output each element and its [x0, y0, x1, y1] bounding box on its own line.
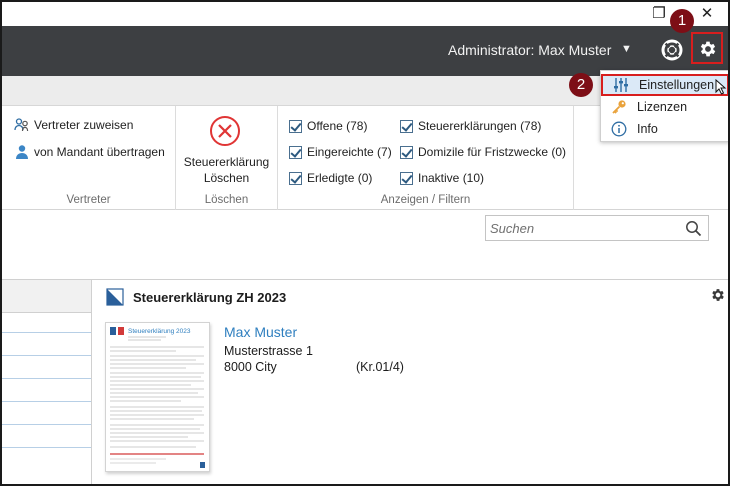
close-window-button[interactable]: ✕: [696, 4, 718, 24]
tax-return-list-pane: [2, 280, 92, 484]
document-thumbnail[interactable]: Steuererklärung 2023: [105, 322, 210, 472]
filter-offene-checkbox[interactable]: Offene (78): [289, 119, 367, 133]
callout-badge-1: 1: [670, 9, 694, 33]
app-header: Administrator: Max Muster ▼: [2, 26, 728, 76]
tax-form-preview-image: Steuererklärung 2023: [110, 327, 205, 468]
checkbox[interactable]: [289, 119, 302, 133]
filter-label: Domizile für Fristzwecke (0): [418, 145, 567, 159]
client-city: 8000 City: [224, 360, 277, 374]
checkbox[interactable]: [400, 119, 413, 133]
list-row-divider: [2, 447, 91, 448]
users-icon: [14, 118, 29, 132]
filter-inaktive-checkbox[interactable]: Inaktive (10): [400, 171, 484, 185]
menu-item-label: Lizenzen: [637, 100, 688, 114]
menu-item-einstellungen[interactable]: Einstellungen: [601, 74, 728, 96]
settings-dropdown-menu: Einstellungen Lizenzen Info: [600, 70, 728, 142]
search-box: [485, 215, 709, 241]
callout-badge-2: 2: [569, 73, 593, 97]
filter-label: Eingereichte (7): [307, 145, 392, 159]
transfer-from-client-label: von Mandant übertragen: [34, 145, 165, 159]
ribbon-group-label: Löschen: [204, 194, 249, 206]
list-row-divider: [2, 332, 91, 333]
restore-window-button[interactable]: ❐: [648, 4, 670, 24]
filter-steuererklaerungen-checkbox[interactable]: Steuererklärungen (78): [400, 119, 541, 133]
menu-item-label: Info: [637, 122, 658, 136]
chevron-down-icon[interactable]: ▼: [621, 43, 632, 55]
filter-label: Steuererklärungen (78): [418, 119, 542, 133]
window-titlebar: ❐ ✕: [2, 2, 728, 26]
gear-icon[interactable]: [710, 287, 726, 303]
ribbon-group-filter: Offene (78) Eingereichte (7) Erledigte (…: [278, 106, 574, 210]
info-icon: [609, 121, 629, 137]
detail-title: Steuererklärung ZH 2023: [133, 290, 287, 305]
user-icon: [16, 145, 28, 159]
ribbon-group-label: Vertreter: [66, 194, 111, 206]
filter-erledigte-checkbox[interactable]: Erledigte (0): [289, 171, 372, 185]
ribbon-group-loeschen: Steuererklärung Löschen Löschen: [176, 106, 278, 210]
settings-gear-button[interactable]: [691, 32, 723, 64]
assign-representative-label: Vertreter zuweisen: [34, 118, 134, 132]
search-input[interactable]: [490, 219, 680, 237]
app-window: ❐ ✕ Administrator: Max Muster ▼ 1 Vertre…: [0, 0, 730, 486]
delete-button-label-line1: Steuererklärung: [183, 155, 270, 169]
delete-x-circle-icon: [210, 116, 240, 146]
checkbox[interactable]: [289, 171, 302, 185]
list-row-divider: [2, 355, 91, 356]
filter-label: Inaktive (10): [418, 171, 485, 185]
search-icon[interactable]: [685, 220, 702, 237]
delete-button-label-line2: Löschen: [203, 171, 250, 185]
menu-item-lizenzen[interactable]: Lizenzen: [601, 96, 728, 118]
checkbox[interactable]: [289, 145, 302, 159]
list-row-divider: [2, 401, 91, 402]
menu-item-label: Einstellungen: [639, 78, 715, 92]
checkbox[interactable]: [400, 145, 413, 159]
filter-label: Erledigte (0): [307, 171, 373, 185]
transfer-from-client-button[interactable]: von Mandant übertragen: [14, 144, 165, 160]
menu-item-info[interactable]: Info: [601, 118, 728, 140]
client-number: (Kr.01/4): [356, 360, 404, 374]
assign-representative-button[interactable]: Vertreter zuweisen: [14, 117, 133, 133]
gear-icon: [700, 41, 716, 57]
user-menu-label[interactable]: Administrator: Max Muster: [448, 42, 611, 58]
canton-zh-flag-icon: [106, 288, 124, 306]
client-name-link[interactable]: Max Muster: [224, 324, 297, 340]
mouse-cursor-icon: [715, 79, 727, 95]
checkbox[interactable]: [400, 171, 413, 185]
list-header: [2, 280, 91, 313]
sliders-icon: [611, 77, 631, 93]
list-row-divider: [2, 424, 91, 425]
delete-tax-return-button[interactable]: Steuererklärung Löschen: [176, 106, 277, 188]
filter-eingereichte-checkbox[interactable]: Eingereichte (7): [289, 145, 392, 159]
list-row-divider: [2, 378, 91, 379]
thumbnail-heading: Steuererklärung 2023: [128, 328, 191, 335]
ribbon-group-vertreter: Vertreter zuweisen von Mandant übertrage…: [2, 106, 176, 210]
key-icon: [609, 99, 629, 115]
content-separator: [2, 279, 728, 280]
ribbon-group-label: Anzeigen / Filtern: [380, 194, 471, 206]
help-lifebuoy-icon[interactable]: [661, 39, 683, 61]
filter-domizile-checkbox[interactable]: Domizile für Fristzwecke (0): [400, 145, 566, 159]
client-street: Musterstrasse 1: [224, 344, 313, 358]
filter-label: Offene (78): [307, 119, 368, 133]
